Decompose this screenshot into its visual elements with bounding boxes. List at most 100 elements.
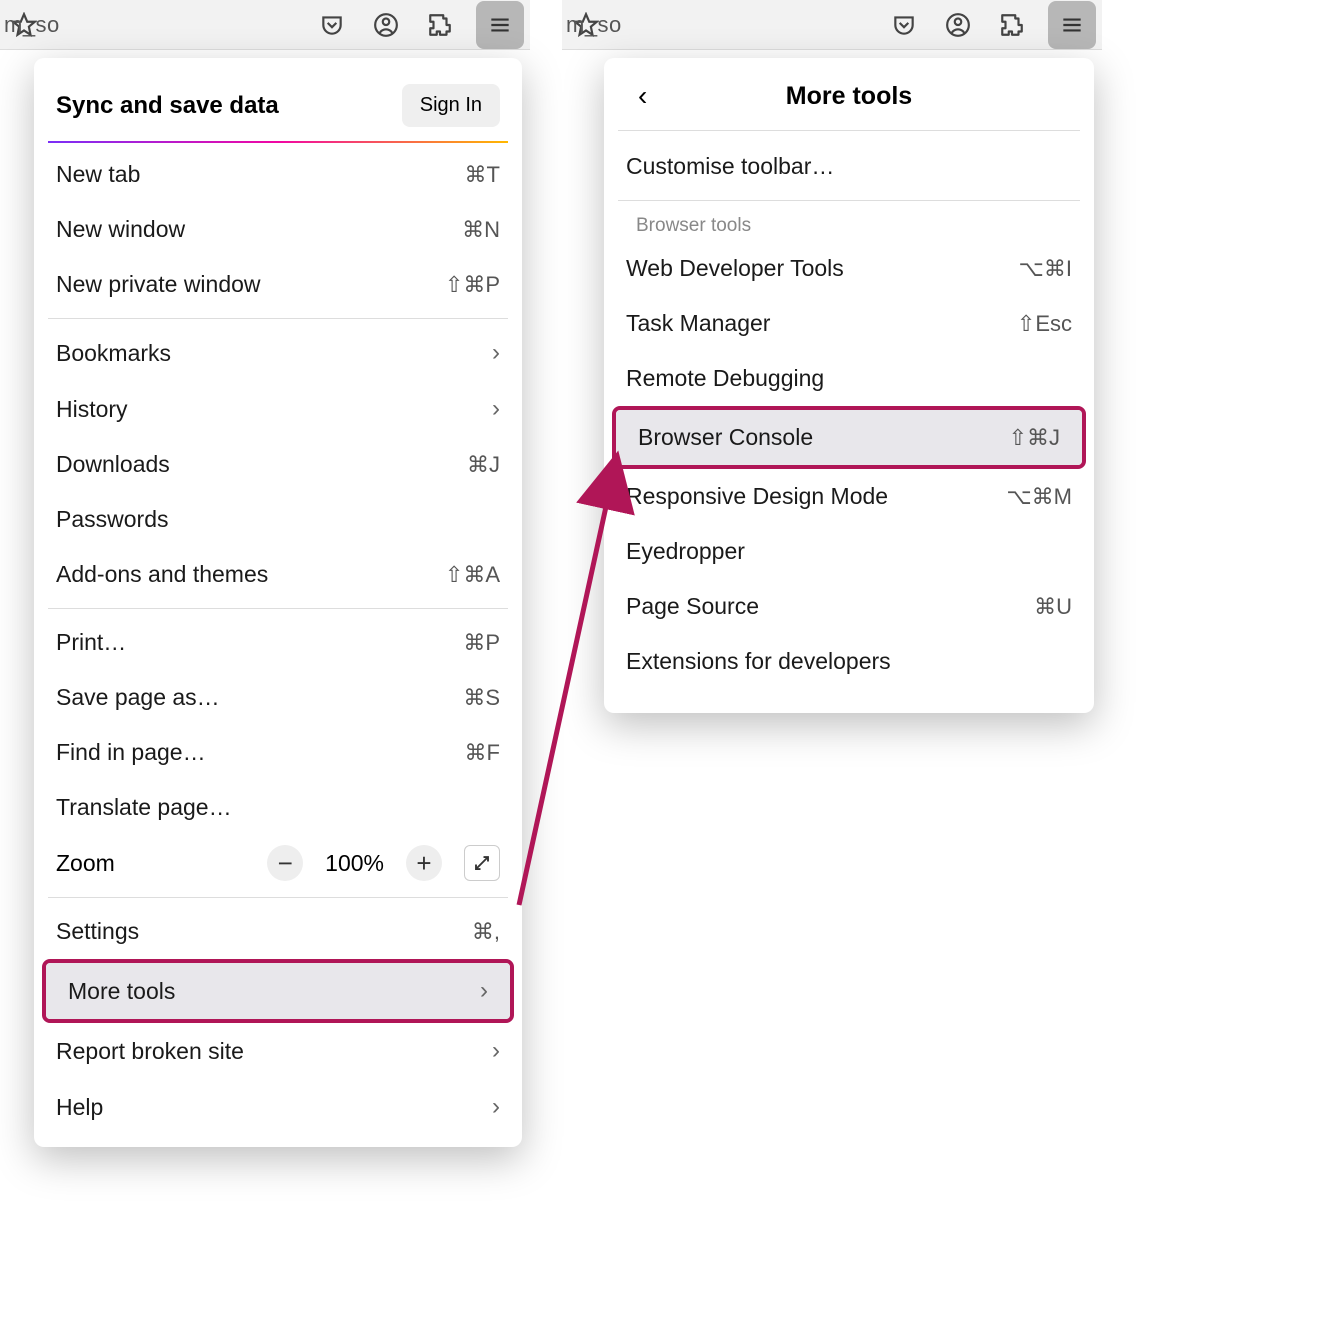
menu-label: Downloads bbox=[56, 451, 170, 478]
chevron-right-icon: › bbox=[492, 1093, 500, 1121]
menu-item-new-private-window[interactable]: New private window ⇧⌘P bbox=[34, 257, 522, 312]
back-button[interactable]: ‹ bbox=[638, 80, 678, 112]
hamburger-menu-button[interactable] bbox=[476, 1, 524, 49]
menu-item-browser-console[interactable]: Browser Console ⇧⌘J bbox=[616, 410, 1082, 465]
menu-item-settings[interactable]: Settings ⌘, bbox=[34, 904, 522, 959]
separator bbox=[48, 318, 508, 319]
menu-label: Eyedropper bbox=[626, 538, 745, 565]
account-icon[interactable] bbox=[368, 7, 404, 43]
menu-item-more-tools[interactable]: More tools › bbox=[46, 963, 510, 1019]
menu-item-help[interactable]: Help › bbox=[34, 1079, 522, 1135]
menu-item-addons[interactable]: Add-ons and themes ⇧⌘A bbox=[34, 547, 522, 602]
url-fragment: m_so bbox=[0, 12, 60, 38]
shortcut: ⌘U bbox=[1034, 594, 1072, 620]
shortcut: ⌘F bbox=[465, 740, 500, 766]
section-label-browser-tools: Browser tools bbox=[604, 207, 1094, 241]
chevron-right-icon: › bbox=[492, 339, 500, 367]
menu-item-page-source[interactable]: Page Source ⌘U bbox=[604, 579, 1094, 634]
zoom-percentage: 100% bbox=[325, 850, 384, 877]
menu-item-responsive-design-mode[interactable]: Responsive Design Mode ⌥⌘M bbox=[604, 469, 1094, 524]
fullscreen-button[interactable] bbox=[464, 845, 500, 881]
zoom-row: Zoom − 100% + bbox=[34, 835, 522, 891]
menu-label: Settings bbox=[56, 918, 139, 945]
shortcut: ⌘S bbox=[463, 685, 500, 711]
menu-label: New tab bbox=[56, 161, 140, 188]
chevron-right-icon: › bbox=[492, 1037, 500, 1065]
menu-label: New private window bbox=[56, 271, 261, 298]
menu-label: Print… bbox=[56, 629, 126, 656]
menu-item-report-broken-site[interactable]: Report broken site › bbox=[34, 1023, 522, 1079]
menu-label: Help bbox=[56, 1094, 103, 1121]
menu-label: History bbox=[56, 396, 128, 423]
menu-label: Remote Debugging bbox=[626, 365, 824, 392]
menu-label: Find in page… bbox=[56, 739, 206, 766]
shortcut: ⌘P bbox=[463, 630, 500, 656]
menu-item-print[interactable]: Print… ⌘P bbox=[34, 615, 522, 670]
menu-item-task-manager[interactable]: Task Manager ⇧Esc bbox=[604, 296, 1094, 351]
main-menu-panel: Sync and save data Sign In New tab ⌘T Ne… bbox=[34, 58, 522, 1147]
shortcut: ⌘, bbox=[472, 919, 500, 945]
chevron-right-icon: › bbox=[492, 395, 500, 423]
menu-item-new-window[interactable]: New window ⌘N bbox=[34, 202, 522, 257]
menu-label: Report broken site bbox=[56, 1038, 244, 1065]
more-tools-panel: ‹ More tools Customise toolbar… Browser … bbox=[604, 58, 1094, 713]
menu-item-bookmarks[interactable]: Bookmarks › bbox=[34, 325, 522, 381]
url-fragment: m_so bbox=[562, 12, 622, 38]
shortcut: ⇧Esc bbox=[1017, 311, 1072, 337]
menu-label: Bookmarks bbox=[56, 340, 171, 367]
highlight-more-tools: More tools › bbox=[42, 959, 514, 1023]
shortcut: ⇧⌘J bbox=[1009, 425, 1060, 451]
menu-label: Page Source bbox=[626, 593, 759, 620]
menu-label: Add-ons and themes bbox=[56, 561, 268, 588]
menu-item-eyedropper[interactable]: Eyedropper bbox=[604, 524, 1094, 579]
zoom-in-button[interactable]: + bbox=[406, 845, 442, 881]
shortcut: ⌥⌘M bbox=[1006, 484, 1072, 510]
highlight-browser-console: Browser Console ⇧⌘J bbox=[612, 406, 1086, 469]
menu-item-translate[interactable]: Translate page… bbox=[34, 780, 522, 835]
menu-item-remote-debugging[interactable]: Remote Debugging bbox=[604, 351, 1094, 406]
menu-label: More tools bbox=[68, 978, 175, 1005]
zoom-out-button[interactable]: − bbox=[267, 845, 303, 881]
shortcut: ⇧⌘P bbox=[445, 272, 500, 298]
extensions-icon[interactable] bbox=[994, 7, 1030, 43]
submenu-header: ‹ More tools bbox=[618, 70, 1080, 131]
menu-label: Save page as… bbox=[56, 684, 220, 711]
menu-label: Passwords bbox=[56, 506, 168, 533]
pocket-icon[interactable] bbox=[886, 7, 922, 43]
pocket-icon[interactable] bbox=[314, 7, 350, 43]
toolbar-left: m_so bbox=[0, 0, 530, 50]
submenu-title: More tools bbox=[678, 82, 1060, 111]
menu-item-extensions-for-developers[interactable]: Extensions for developers bbox=[604, 634, 1094, 689]
menu-label: Browser Console bbox=[638, 424, 813, 451]
menu-item-customise-toolbar[interactable]: Customise toolbar… bbox=[604, 139, 1094, 194]
menu-item-history[interactable]: History › bbox=[34, 381, 522, 437]
menu-item-save-page[interactable]: Save page as… ⌘S bbox=[34, 670, 522, 725]
sync-header: Sync and save data Sign In bbox=[34, 70, 522, 141]
zoom-label: Zoom bbox=[56, 850, 115, 877]
sync-title: Sync and save data bbox=[56, 92, 279, 120]
separator bbox=[618, 200, 1080, 201]
menu-item-new-tab[interactable]: New tab ⌘T bbox=[34, 147, 522, 202]
menu-item-passwords[interactable]: Passwords bbox=[34, 492, 522, 547]
hamburger-menu-button[interactable] bbox=[1048, 1, 1096, 49]
signin-button[interactable]: Sign In bbox=[402, 84, 500, 127]
menu-label: Translate page… bbox=[56, 794, 232, 821]
separator bbox=[48, 608, 508, 609]
menu-item-find[interactable]: Find in page… ⌘F bbox=[34, 725, 522, 780]
menu-label: Extensions for developers bbox=[626, 648, 891, 675]
shortcut: ⇧⌘A bbox=[445, 562, 500, 588]
separator bbox=[48, 897, 508, 898]
shortcut: ⌘N bbox=[462, 217, 500, 243]
extensions-icon[interactable] bbox=[422, 7, 458, 43]
menu-label: New window bbox=[56, 216, 185, 243]
menu-item-web-developer-tools[interactable]: Web Developer Tools ⌥⌘I bbox=[604, 241, 1094, 296]
gradient-divider bbox=[48, 141, 508, 143]
chevron-right-icon: › bbox=[480, 977, 488, 1005]
menu-item-downloads[interactable]: Downloads ⌘J bbox=[34, 437, 522, 492]
menu-label: Task Manager bbox=[626, 310, 770, 337]
toolbar-right: m_so bbox=[562, 0, 1102, 50]
shortcut: ⌘T bbox=[465, 162, 500, 188]
account-icon[interactable] bbox=[940, 7, 976, 43]
menu-label: Customise toolbar… bbox=[626, 153, 834, 180]
shortcut: ⌥⌘I bbox=[1019, 256, 1072, 282]
